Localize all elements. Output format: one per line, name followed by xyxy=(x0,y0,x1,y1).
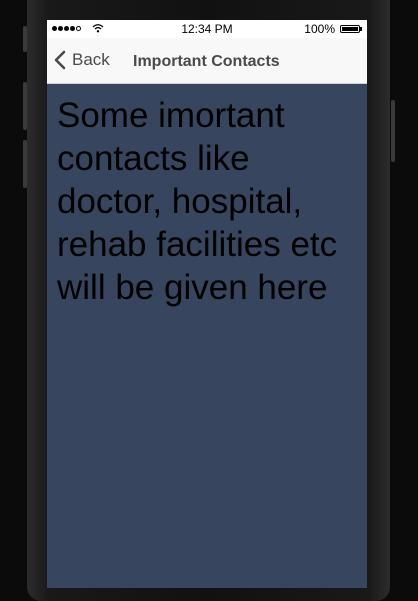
content-area: Some imortant contacts like doctor, hosp… xyxy=(47,84,367,588)
phone-screen: 12:34 PM 100% Back Important Contacts So… xyxy=(47,20,367,588)
back-label: Back xyxy=(72,50,110,69)
battery-icon xyxy=(340,25,360,33)
contacts-message: Some imortant contacts like doctor, hosp… xyxy=(57,96,338,307)
battery-nub xyxy=(360,27,362,31)
volume-up-button xyxy=(23,82,27,130)
battery-percent: 100% xyxy=(304,22,335,36)
chevron-left-icon xyxy=(54,50,66,70)
status-bar: 12:34 PM 100% xyxy=(47,20,367,38)
power-button xyxy=(391,100,395,162)
navigation-bar: Back Important Contacts xyxy=(47,38,367,84)
back-button[interactable]: Back xyxy=(53,50,110,70)
page-title: Important Contacts xyxy=(133,53,280,70)
mute-switch xyxy=(23,26,27,52)
battery-fill xyxy=(342,27,358,31)
volume-down-button xyxy=(23,140,27,188)
